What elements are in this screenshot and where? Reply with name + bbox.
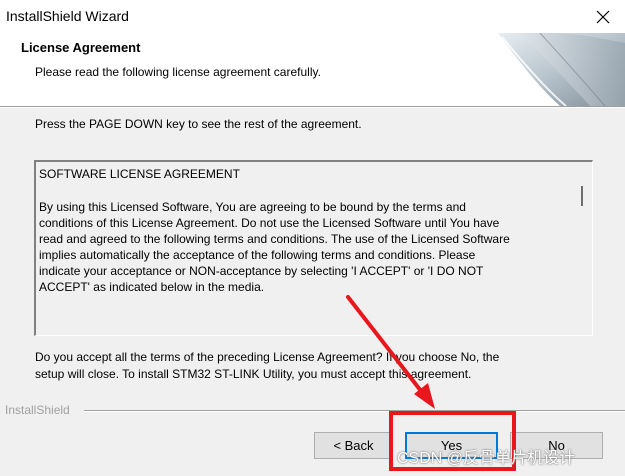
license-body: By using this Licensed Software, You are… [39, 200, 510, 294]
window-title: InstallShield Wizard [6, 8, 129, 24]
installshield-banner-graphic [498, 33, 625, 106]
accept-question-text: Do you accept all the terms of the prece… [35, 350, 500, 381]
installshield-brand-label: InstallShield [5, 403, 70, 417]
license-text-area[interactable]: SOFTWARE LICENSE AGREEMENT By using this… [34, 160, 593, 336]
back-button[interactable]: < Back [314, 432, 393, 459]
instruction-text: Press the PAGE DOWN key to see the rest … [35, 117, 362, 131]
license-heading: SOFTWARE LICENSE AGREEMENT [39, 167, 240, 181]
header-divider-highlight [0, 107, 625, 108]
vertical-scrollbar-thumb[interactable] [581, 186, 583, 206]
page-subtitle: Please read the following license agreem… [35, 65, 321, 79]
footer-divider-highlight [84, 411, 625, 412]
license-content: SOFTWARE LICENSE AGREEMENT By using this… [39, 166, 569, 295]
watermark-text: CSDN @反骨单片机设计 [397, 450, 576, 467]
close-icon [596, 10, 610, 24]
wizard-header: License Agreement Please read the follow… [0, 33, 625, 106]
title-bar: InstallShield Wizard [0, 0, 625, 33]
page-title: License Agreement [21, 40, 141, 55]
close-button[interactable] [581, 0, 625, 33]
